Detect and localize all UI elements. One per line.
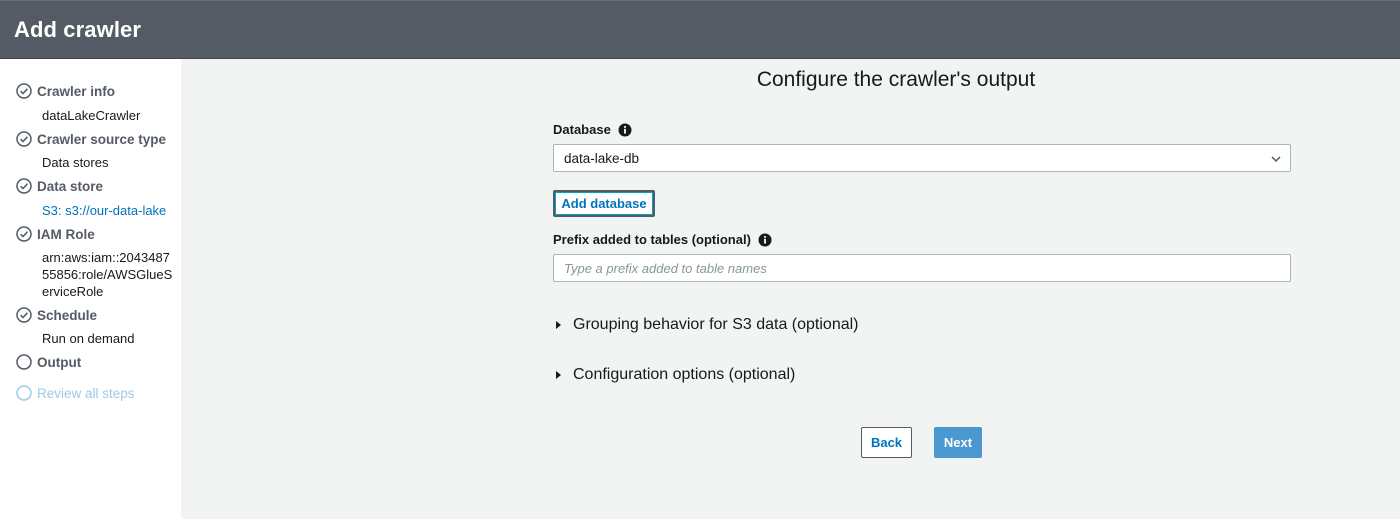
step-data-store[interactable]: Data store <box>16 178 103 194</box>
expander-label: Grouping behavior for S3 data (optional) <box>573 316 859 333</box>
step-schedule[interactable]: Schedule <box>16 307 97 323</box>
step-label: Data store <box>37 178 104 194</box>
page-header: Add crawler <box>0 0 1400 59</box>
expander-label: Configuration options (optional) <box>573 366 796 383</box>
step-value: Run on demand <box>42 331 135 346</box>
prefix-label: Prefix added to tables (optional) <box>553 232 772 247</box>
database-label: Database <box>553 122 632 137</box>
prefix-label-text: Prefix added to tables (optional) <box>553 232 751 247</box>
caret-right-icon <box>556 321 561 329</box>
circle-icon <box>16 354 32 370</box>
configuration-options-expander[interactable]: Configuration options (optional) <box>556 366 795 384</box>
check-circle-icon <box>16 178 32 194</box>
step-value: Data stores <box>42 155 109 170</box>
section-title: Configure the crawler's output <box>0 68 1400 92</box>
step-label: Schedule <box>37 307 98 323</box>
step-value: dataLakeCrawler <box>42 108 141 123</box>
next-button[interactable]: Next <box>934 427 982 458</box>
step-value: arn:aws:iam::204348755856:role/AWSGlueSe… <box>42 250 173 299</box>
step-review-all-steps: Review all steps <box>16 385 135 401</box>
database-select[interactable]: data-lake-db <box>553 144 1291 172</box>
grouping-behavior-expander[interactable]: Grouping behavior for S3 data (optional) <box>556 316 859 334</box>
page-title: Add crawler <box>14 17 142 42</box>
back-button[interactable]: Back <box>861 427 912 458</box>
database-label-text: Database <box>553 122 611 137</box>
prefix-input-wrapper <box>553 254 1291 282</box>
wizard-steps-sidebar: Crawler info dataLakeCrawler Crawler sou… <box>0 59 181 519</box>
info-icon[interactable] <box>758 233 772 247</box>
info-icon[interactable] <box>618 123 632 137</box>
step-label: Review all steps <box>37 385 135 401</box>
step-label: Crawler source type <box>37 131 167 147</box>
step-label: IAM Role <box>37 226 95 242</box>
check-circle-icon <box>16 226 32 242</box>
add-database-button[interactable]: Add database <box>553 190 655 217</box>
section-title-text: Configure the crawler's output <box>756 68 1036 91</box>
database-select-value: data-lake-db <box>564 151 640 166</box>
step-output[interactable]: Output <box>16 354 81 370</box>
step-label: Output <box>37 354 82 370</box>
prefix-input[interactable] <box>554 255 1290 281</box>
caret-right-icon <box>556 371 561 379</box>
check-circle-icon <box>16 131 32 147</box>
circle-icon <box>16 385 32 401</box>
data-store-link[interactable]: S3: s3://our-data-lake <box>42 202 174 219</box>
check-circle-icon <box>16 307 32 323</box>
chevron-down-icon <box>1270 152 1282 164</box>
step-iam-role[interactable]: IAM Role <box>16 226 95 242</box>
step-crawler-source-type[interactable]: Crawler source type <box>16 131 166 147</box>
